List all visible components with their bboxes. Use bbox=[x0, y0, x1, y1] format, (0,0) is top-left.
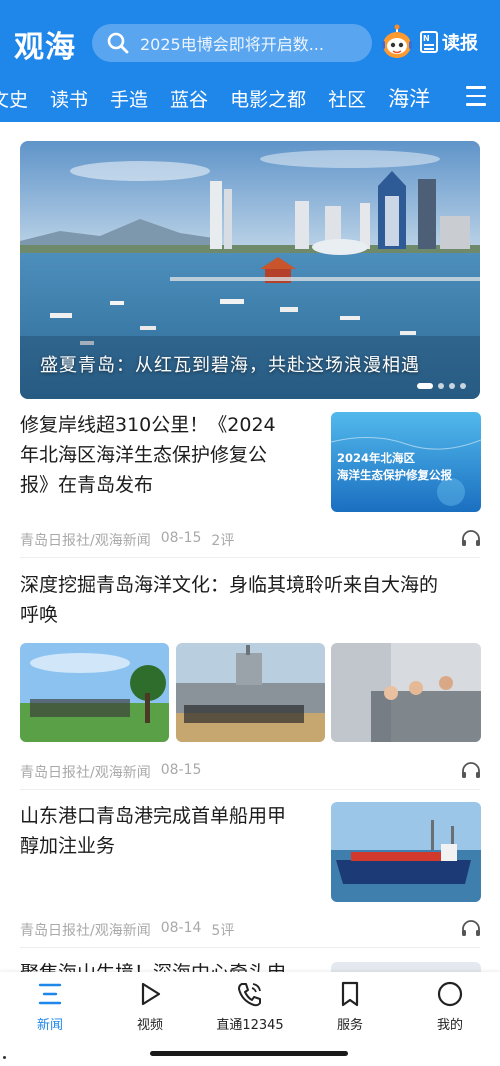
article-comments: 5评 bbox=[211, 923, 235, 939]
article-source: 青岛日报社/观海新闻 bbox=[20, 533, 151, 549]
carousel-dot bbox=[438, 383, 444, 389]
top-header: 观海 2025电博会即将开启数... N 读报 文史 读书 手造 蓝谷 电影之都… bbox=[0, 0, 500, 122]
nav-video[interactable]: 视频 bbox=[105, 980, 195, 1033]
banner-caption: 盛夏青岛：从红瓦到碧海，共赴这场浪漫相遇 bbox=[40, 355, 420, 376]
read-paper-label: 读报 bbox=[442, 33, 478, 54]
tab-haiyang[interactable]: 海洋 bbox=[388, 83, 430, 113]
article-thumbnail: 2024年北海区 海洋生态保护修复公报 bbox=[331, 412, 481, 512]
article-meta: 青岛日报社/观海新闻 08-15 2评 bbox=[20, 530, 234, 550]
article-thumbnail bbox=[331, 802, 481, 902]
article-meta: 青岛日报社/观海新闻 08-14 5评 bbox=[20, 920, 234, 940]
search-placeholder: 2025电博会即将开启数... bbox=[140, 35, 324, 54]
headphones-icon[interactable] bbox=[461, 761, 481, 779]
divider bbox=[20, 557, 480, 558]
article-title: 修复岸线超310公里！《2024 年北海区海洋生态保护修复公 报》在青岛发布 bbox=[20, 414, 276, 496]
tab-shequ[interactable]: 社区 bbox=[328, 85, 366, 112]
tab-shouzao[interactable]: 手造 bbox=[110, 85, 148, 112]
article-image-2 bbox=[176, 643, 325, 742]
article-title: 山东港口青岛港完成首单船用甲 醇加注业务 bbox=[20, 805, 287, 857]
search-icon bbox=[107, 32, 129, 54]
carousel-dot-active bbox=[417, 383, 433, 389]
newspaper-icon: N bbox=[420, 31, 438, 53]
article-source: 青岛日报社/观海新闻 bbox=[20, 923, 151, 939]
tab-wenshi[interactable]: 文史 bbox=[0, 85, 28, 112]
mascot-icon[interactable] bbox=[380, 24, 414, 62]
article-image-3 bbox=[331, 643, 481, 742]
article-source: 青岛日报社/观海新闻 bbox=[20, 765, 151, 781]
status-dot bbox=[3, 1056, 6, 1059]
nav-news[interactable]: 新闻 bbox=[5, 980, 95, 1033]
headphones-icon[interactable] bbox=[461, 529, 481, 547]
tab-dianyingzhidu[interactable]: 电影之都 bbox=[230, 85, 306, 112]
article-date: 08-14 bbox=[160, 920, 202, 936]
article-comments: 2评 bbox=[211, 533, 235, 549]
thumb-text: 海洋生态保护修复公报 bbox=[337, 468, 452, 482]
article-date: 08-15 bbox=[160, 530, 202, 546]
profile-circle-icon bbox=[437, 981, 463, 1007]
divider bbox=[20, 947, 480, 948]
phone-icon bbox=[238, 983, 261, 1007]
search-bar[interactable]: 2025电博会即将开启数... bbox=[92, 24, 372, 62]
app-logo[interactable]: 观海 bbox=[14, 22, 76, 66]
news-list-icon bbox=[38, 983, 62, 1005]
article-date: 08-15 bbox=[160, 762, 202, 778]
nav-hotline[interactable]: 直通12345 bbox=[205, 980, 295, 1033]
carousel-dot bbox=[449, 383, 455, 389]
article-title: 深度挖掘青岛海洋文化：身临其境聆听来自大海的 呼唤 bbox=[20, 574, 439, 626]
tab-langu[interactable]: 蓝谷 bbox=[170, 85, 208, 112]
article-image-1 bbox=[20, 643, 169, 742]
thumb-text: 2024年北海区 bbox=[337, 451, 416, 465]
bookmark-icon bbox=[341, 981, 359, 1007]
channel-menu-icon[interactable] bbox=[466, 86, 486, 112]
banner-carousel[interactable]: 盛夏青岛：从红瓦到碧海，共赴这场浪漫相遇 bbox=[20, 141, 480, 399]
channel-tabs: 文史 读书 手造 蓝谷 电影之都 社区 海洋 bbox=[0, 80, 460, 116]
divider bbox=[20, 789, 480, 790]
home-indicator[interactable] bbox=[150, 1051, 348, 1056]
tab-dushu[interactable]: 读书 bbox=[50, 85, 88, 112]
article-meta: 青岛日报社/观海新闻 08-15 bbox=[20, 762, 201, 782]
carousel-dot bbox=[460, 383, 466, 389]
play-icon bbox=[141, 982, 161, 1006]
headphones-icon[interactable] bbox=[461, 919, 481, 937]
read-paper-button[interactable]: N 读报 bbox=[420, 26, 478, 58]
carousel-indicator bbox=[412, 383, 466, 389]
nav-service[interactable]: 服务 bbox=[305, 980, 395, 1033]
nav-profile[interactable]: 我的 bbox=[405, 980, 495, 1033]
